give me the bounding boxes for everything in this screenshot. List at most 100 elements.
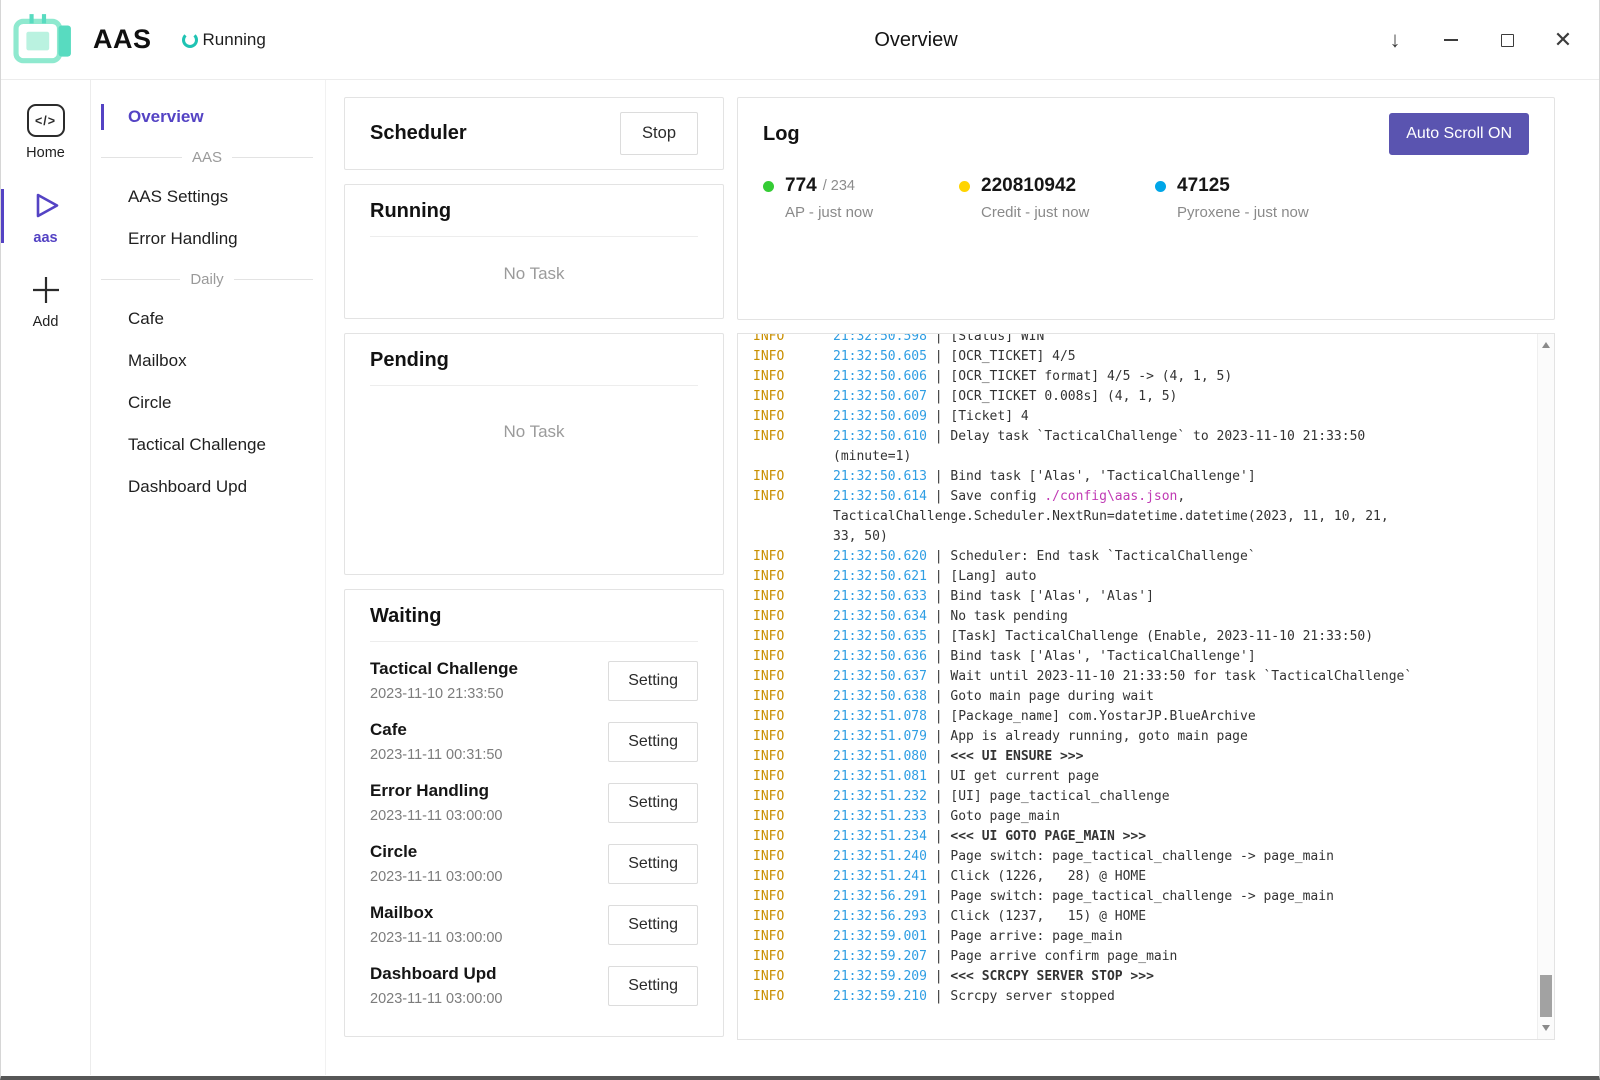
log-timestamp: 21:32:56.293 — [833, 909, 927, 924]
scheduler-card: Scheduler Stop — [344, 97, 724, 170]
log-line: INFO21:32:50.621 | [Lang] auto — [753, 567, 1524, 587]
log-level: INFO — [753, 427, 833, 447]
log-timestamp: 21:32:56.291 — [833, 889, 927, 904]
log-timestamp: 21:32:59.209 — [833, 969, 927, 984]
log-level: INFO — [753, 907, 833, 927]
sidebar-item-cafe[interactable]: Cafe — [91, 298, 325, 340]
log-line: INFO21:32:50.635 | [Task] TacticalChalle… — [753, 627, 1524, 647]
log-line: INFO21:32:50.610 | Delay task `TacticalC… — [753, 427, 1524, 447]
log-timestamp: 21:32:50.638 — [833, 689, 927, 704]
running-card: Running No Task — [344, 184, 724, 319]
minimize-button[interactable] — [1435, 22, 1467, 58]
log-scrollbar[interactable] — [1537, 334, 1554, 1039]
log-line: INFO21:32:50.598 | [Status] WIN — [753, 333, 1524, 347]
log-output[interactable]: INFO21:32:50.598 | [Status] WININFO21:32… — [737, 333, 1555, 1040]
running-empty-label: No Task — [345, 237, 723, 284]
log-line: INFO21:32:51.080 | <<< UI ENSURE >>> — [753, 747, 1524, 767]
log-level: INFO — [753, 987, 833, 1007]
task-name: Dashboard Upd — [370, 964, 503, 984]
log-timestamp: 21:32:59.001 — [833, 929, 927, 944]
log-timestamp: 21:32:50.635 — [833, 629, 927, 644]
task-column: Scheduler Stop Running No Task Pending N… — [344, 97, 724, 1075]
stat-dot-icon — [959, 181, 970, 192]
scroll-up-icon[interactable] — [1542, 342, 1550, 348]
log-line: INFO21:32:59.209 | <<< SCRCPY SERVER STO… — [753, 967, 1524, 987]
task-next-run-time: 2023-11-10 21:33:50 — [370, 686, 518, 702]
log-line: INFO21:32:56.291 | Page switch: page_tac… — [753, 887, 1524, 907]
section-label: Daily — [190, 271, 223, 288]
sidebar-item-aas-settings[interactable]: AAS Settings — [91, 176, 325, 218]
log-level: INFO — [753, 767, 833, 787]
nav-rail: </> Home aas Add — [1, 80, 91, 1075]
status-label: Running — [203, 30, 266, 50]
sidebar-item-circle[interactable]: Circle — [91, 382, 325, 424]
log-line: INFO21:32:50.605 | [OCR_TICKET] 4/5 — [753, 347, 1524, 367]
task-setting-button[interactable]: Setting — [608, 783, 698, 823]
log-line: INFO21:32:59.207 | Page arrive confirm p… — [753, 947, 1524, 967]
sidebar-item-tactical-challenge[interactable]: Tactical Challenge — [91, 424, 325, 466]
sidebar-item-label: Mailbox — [128, 351, 187, 371]
stat-label: Credit - just now — [981, 204, 1155, 221]
task-next-run-time: 2023-11-11 03:00:00 — [370, 869, 503, 885]
task-setting-button[interactable]: Setting — [608, 844, 698, 884]
stat-dot-icon — [763, 181, 774, 192]
log-line: INFO21:32:50.636 | Bind task ['Alas', 'T… — [753, 647, 1524, 667]
log-line: INFO21:32:51.233 | Goto page_main — [753, 807, 1524, 827]
sidebar-item-dashboard-upd[interactable]: Dashboard Upd — [91, 466, 325, 508]
log-timestamp: 21:32:59.210 — [833, 989, 927, 1004]
stop-button[interactable]: Stop — [620, 112, 698, 155]
waiting-task-row-circle: Circle2023-11-11 03:00:00Setting — [370, 833, 698, 894]
sidebar-item-overview[interactable]: Overview — [91, 96, 325, 138]
sidebar-section-aas: AAS — [91, 138, 325, 176]
main-layout: </> Home aas Add OverviewAASAAS Settings… — [1, 80, 1599, 1075]
log-line: INFO21:32:51.240 | Page switch: page_tac… — [753, 847, 1524, 867]
waiting-task-row-mailbox: Mailbox 2023-11-11 03:00:00 Setting — [370, 894, 698, 955]
task-next-run-time: 2023-11-11 03:00:00 — [370, 808, 503, 824]
log-timestamp: 21:32:51.080 — [833, 749, 927, 764]
running-spinner-icon — [182, 32, 198, 48]
maximize-button[interactable] — [1491, 22, 1523, 58]
close-button[interactable]: ✕ — [1547, 22, 1579, 58]
scrollbar-thumb[interactable] — [1540, 975, 1552, 1017]
scroll-down-icon[interactable] — [1542, 1025, 1550, 1031]
sidebar-item-mailbox[interactable]: Mailbox — [91, 340, 325, 382]
log-level: INFO — [753, 387, 833, 407]
sidebar-item-label: Error Handling — [128, 229, 238, 249]
log-timestamp: 21:32:51.240 — [833, 849, 927, 864]
pending-card: Pending No Task — [344, 333, 724, 575]
stat-credit: 220810942Credit - just now — [959, 175, 1155, 221]
maximize-icon — [1501, 34, 1514, 47]
rail-item-add[interactable]: Add — [1, 274, 90, 330]
log-level: INFO — [753, 347, 833, 367]
rail-item-home[interactable]: </> Home — [1, 104, 90, 161]
log-timestamp: 21:32:50.621 — [833, 569, 927, 584]
log-timestamp: 21:32:50.605 — [833, 349, 927, 364]
play-icon — [28, 189, 64, 222]
log-timestamp: 21:32:51.232 — [833, 789, 927, 804]
log-timestamp: 21:32:50.634 — [833, 609, 927, 624]
task-setting-button[interactable]: Setting — [608, 905, 698, 945]
waiting-title: Waiting — [370, 605, 441, 627]
log-line: INFO21:32:51.232 | [UI] page_tactical_ch… — [753, 787, 1524, 807]
log-line: TacticalChallenge.Scheduler.NextRun=date… — [753, 507, 1524, 527]
scheduler-status: Running — [182, 30, 266, 50]
log-level: INFO — [753, 407, 833, 427]
task-name: Mailbox — [370, 903, 503, 923]
stat-suffix: / 234 — [823, 178, 855, 194]
content-area: Scheduler Stop Running No Task Pending N… — [326, 80, 1599, 1075]
log-line: INFO21:32:50.607 | [OCR_TICKET 0.008s] (… — [753, 387, 1524, 407]
auto-scroll-button[interactable]: Auto Scroll ON — [1389, 113, 1529, 155]
rail-item-aas[interactable]: aas — [1, 189, 90, 246]
log-level: INFO — [753, 867, 833, 887]
task-setting-button[interactable]: Setting — [608, 966, 698, 1006]
log-line: INFO21:32:51.081 | UI get current page — [753, 767, 1524, 787]
log-level: INFO — [753, 567, 833, 587]
task-next-run-time: 2023-11-11 03:00:00 — [370, 930, 503, 946]
sidebar-item-error-handling[interactable]: Error Handling — [91, 218, 325, 260]
log-line: INFO21:32:50.637 | Wait until 2023-11-10… — [753, 667, 1524, 687]
task-setting-button[interactable]: Setting — [608, 661, 698, 701]
task-setting-button[interactable]: Setting — [608, 722, 698, 762]
log-timestamp: 21:32:59.207 — [833, 949, 927, 964]
log-level: INFO — [753, 847, 833, 867]
download-update-icon[interactable]: ↓ — [1379, 22, 1411, 58]
